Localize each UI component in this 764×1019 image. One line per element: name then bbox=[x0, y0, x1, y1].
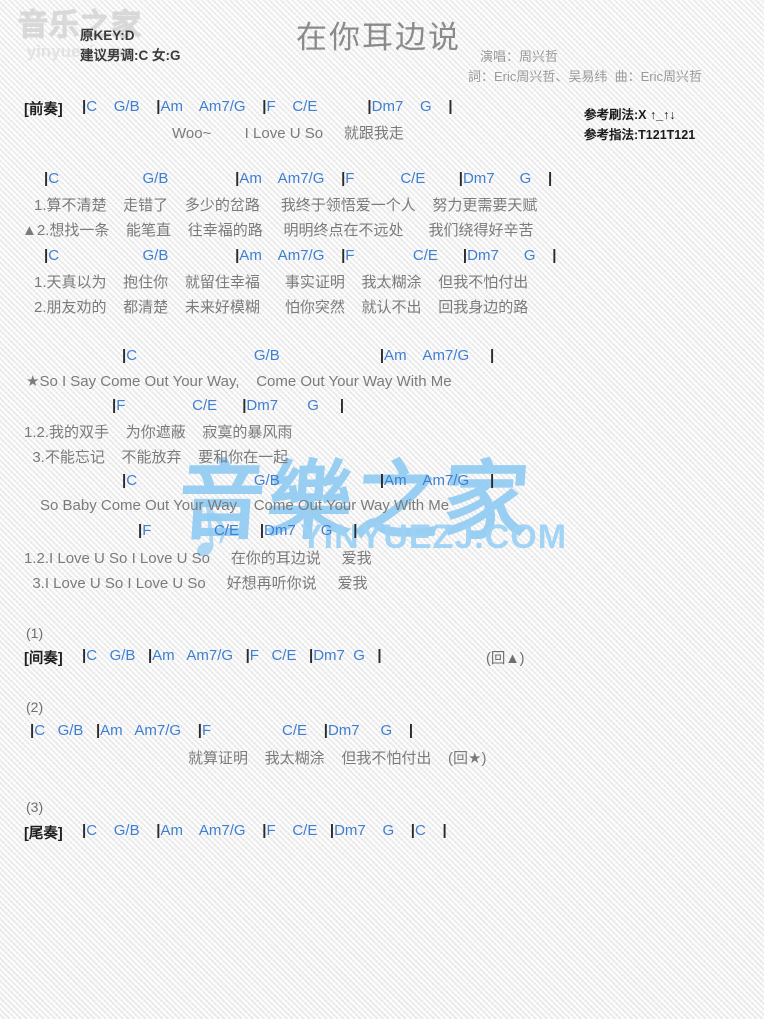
interlude-number: (1) bbox=[26, 625, 44, 641]
chorus-chord-line-3: |C G/B |Am Am7/G | bbox=[122, 472, 495, 489]
section-label-prelude: [前奏] bbox=[24, 102, 63, 118]
verse1-lyric-line-1b: ▲2.想找一条 能笔直 往幸福的路 明明终点在不远处 我们绕得好辛苦 bbox=[22, 222, 534, 239]
singer-credit: 演唱：周兴哲 bbox=[480, 49, 559, 64]
bridge-chord-line: |C G/B |Am Am7/G |F C/E |Dm7 G | bbox=[30, 722, 414, 739]
fingerstyle-pattern-label: 参考指法:T121T121 bbox=[584, 128, 696, 142]
chorus-chord-line-2: |F C/E |Dm7 G | bbox=[112, 397, 345, 414]
chorus-lyric-line-4a: 1.2.I Love U So I Love U So 在你的耳边说 爱我 bbox=[24, 550, 372, 567]
chord-sheet-page: ♪ 音樂之家 YINYUEZJ.COM 音乐之家 yinyuezj.com 在你… bbox=[0, 0, 764, 1019]
bridge-lyric-line: 就算证明 我太糊涂 但我不怕付出 (回★) bbox=[188, 750, 487, 767]
chorus-lyric-line-1: ★So I Say Come Out Your Way, Come Out Yo… bbox=[26, 373, 452, 390]
verse1-lyric-line-1a: 1.算不清楚 走错了 多少的岔路 我终于领悟爱一个人 努力更需要天赋 bbox=[34, 197, 538, 214]
interlude-chord-line: |C G/B |Am Am7/G |F C/E |Dm7 G | bbox=[82, 647, 382, 664]
song-title: 在你耳边说 bbox=[296, 20, 461, 55]
verse1-lyric-line-2a: 1.天真以为 抱住你 就留住幸福 事实证明 我太糊涂 但我不怕付出 bbox=[34, 274, 529, 291]
outro-chord-line: |C G/B |Am Am7/G |F C/E |Dm7 G |C | bbox=[82, 822, 447, 839]
outro-number: (3) bbox=[26, 799, 44, 815]
interlude-repeat-marker: (回▲) bbox=[486, 651, 525, 667]
chorus-lyric-line-4b: 3.I Love U So I Love U So 好想再听你说 爱我 bbox=[24, 575, 368, 592]
chorus-lyric-line-2a: 1.2.我的双手 为你遮蔽 寂寞的暴风雨 bbox=[24, 424, 293, 441]
chorus-chord-line-1: |C G/B |Am Am7/G | bbox=[122, 347, 495, 364]
strum-pattern-label: 参考刷法:X ↑_↑↓ bbox=[584, 108, 676, 122]
section-label-interlude: [间奏] bbox=[24, 651, 63, 667]
verse1-lyric-line-2b: 2.朋友劝的 都清楚 未来好模糊 怕你突然 就认不出 回我身边的路 bbox=[34, 299, 529, 316]
section-label-outro: [尾奏] bbox=[24, 826, 63, 842]
chorus-lyric-line-3: So Baby Come Out Your Way Come Out Your … bbox=[40, 497, 450, 514]
chorus-lyric-line-2b: 3.不能忘记 不能放弃 要和你在一起 bbox=[24, 449, 289, 466]
chorus-chord-line-4: |F C/E |Dm7 G | bbox=[138, 522, 358, 539]
bridge-number: (2) bbox=[26, 699, 44, 715]
prelude-chord-line: |C G/B |Am Am7/G |F C/E |Dm7 G | bbox=[82, 98, 453, 115]
lyricist-composer-credit: 詞：Eric周兴哲、吴易纬 曲：Eric周兴哲 bbox=[468, 69, 703, 84]
prelude-lyric-line: Woo~ I Love U So 就跟我走 bbox=[172, 125, 404, 142]
sheet-content: 在你耳边说 原KEY:D 建议男调:C 女:G 演唱：周兴哲 詞：Eric周兴哲… bbox=[0, 0, 764, 1019]
original-key-label: 原KEY:D bbox=[80, 28, 135, 43]
verse1-chord-line-1: |C G/B |Am Am7/G |F C/E |Dm7 G | bbox=[44, 170, 553, 187]
verse1-chord-line-2: |C G/B |Am Am7/G |F C/E |Dm7 G | bbox=[44, 247, 557, 264]
suggested-key-label: 建议男调:C 女:G bbox=[80, 48, 181, 63]
